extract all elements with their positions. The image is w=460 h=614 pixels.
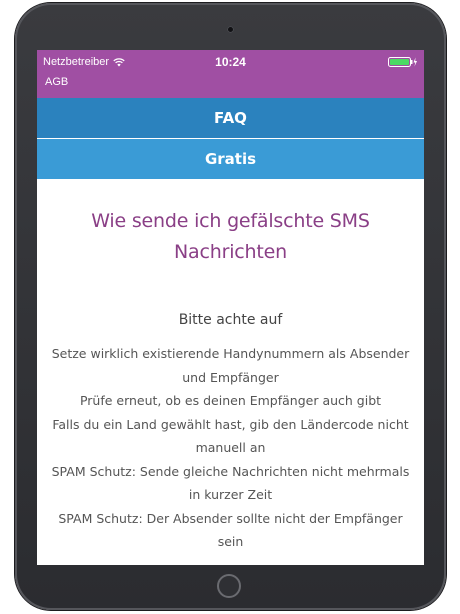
main-content: Wie sende ich gefälschte SMS Nachrichten… bbox=[37, 180, 424, 565]
tips-list: Setze wirklich existierende Handynummern… bbox=[45, 342, 416, 554]
list-item: Prüfe erneut, ob es deinen Empfänger auc… bbox=[79, 393, 382, 408]
home-button[interactable] bbox=[217, 574, 241, 598]
list-item: SPAM Schutz: Der Absender sollte nicht d… bbox=[58, 510, 403, 550]
section-subtitle: Bitte achte auf bbox=[178, 312, 283, 328]
list-item: SPAM Schutz: Sende gleiche Nachrichten n… bbox=[51, 463, 410, 503]
faq-button[interactable]: FAQ bbox=[37, 98, 424, 138]
app-screen: Netzbetreiber 10:24 AGB FAQ Gratis Wie s… bbox=[37, 50, 424, 565]
status-time: 10:24 bbox=[215, 55, 246, 69]
page-title: Wie sende ich gefälschte SMS Nachrichten bbox=[91, 210, 370, 263]
battery-charging-icon bbox=[388, 57, 417, 67]
front-camera bbox=[227, 26, 234, 33]
status-bar: Netzbetreiber 10:24 bbox=[37, 50, 424, 72]
agb-link[interactable]: AGB bbox=[45, 76, 68, 88]
list-item: Falls du ein Land gewählt hast, gib den … bbox=[52, 416, 409, 456]
tablet-frame: Netzbetreiber 10:24 AGB FAQ Gratis Wie s… bbox=[15, 3, 446, 610]
top-bar: Netzbetreiber 10:24 AGB bbox=[37, 50, 424, 98]
list-item: Setze wirklich existierende Handynummern… bbox=[51, 346, 410, 385]
gratis-button[interactable]: Gratis bbox=[37, 139, 424, 179]
